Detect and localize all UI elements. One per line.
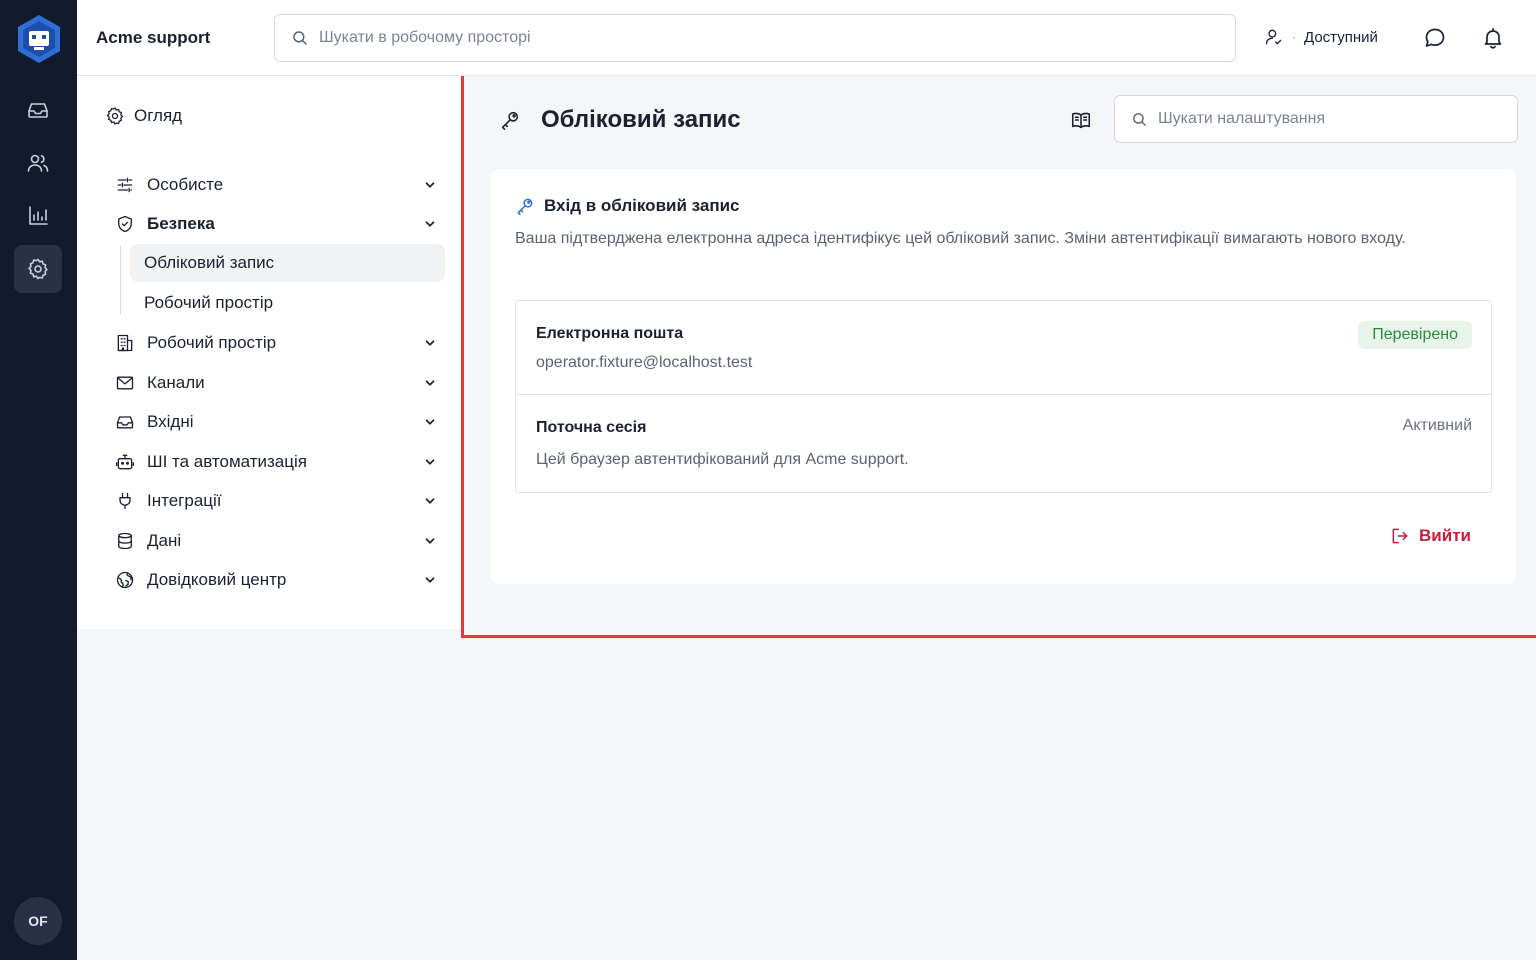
nav-item-label: Довідковий центр (147, 570, 287, 589)
subnav-item-workspace[interactable]: Робочий простір (130, 284, 445, 322)
logout-button[interactable]: Вийти (1390, 526, 1471, 546)
chevron-down-icon (425, 380, 435, 386)
chevron-down-icon (425, 419, 435, 425)
mail-icon (116, 376, 134, 390)
app-logo-icon[interactable] (16, 14, 62, 64)
workspace-name: Acme support (96, 28, 211, 47)
chevron-down-icon (425, 221, 435, 227)
chevron-down-icon (425, 459, 435, 465)
email-row: Електронна пошта operator.fixture@localh… (516, 301, 1491, 395)
nav-item-data[interactable]: Дані (115, 526, 437, 556)
nav-item-integrations[interactable]: Інтеграції (115, 486, 437, 516)
docs-book-icon[interactable] (1070, 109, 1092, 131)
account-login-card: Вхід в обліковий запис Ваша підтверджена… (491, 169, 1516, 584)
section-title-label: Вхід в обліковий запис (544, 196, 740, 215)
user-status-icon (1265, 29, 1282, 45)
contacts-icon (27, 154, 49, 172)
gear-icon (106, 107, 124, 125)
page-title: Обліковий запис (541, 106, 741, 133)
search-icon (293, 31, 307, 45)
sliders-icon (117, 177, 133, 193)
account-details: Електронна пошта operator.fixture@localh… (515, 300, 1492, 493)
section-title: Вхід в обліковий запис (515, 196, 740, 216)
plug-icon (119, 492, 131, 510)
shield-icon (118, 215, 132, 233)
nav-item-label: Робочий простір (147, 333, 277, 352)
email-label: Електронна пошта (536, 325, 684, 342)
nav-overview-label: Огляд (134, 106, 183, 125)
chevron-down-icon (425, 538, 435, 544)
settings-search[interactable] (1114, 95, 1518, 143)
settings-search-input[interactable] (1158, 110, 1498, 128)
nav-item-label: Вхідні (147, 412, 194, 431)
nav-item-help-center[interactable]: Довідковий центр (115, 565, 437, 595)
nav-item-channels[interactable]: Канали (115, 368, 437, 398)
nav-item-security[interactable]: Безпека (115, 209, 437, 239)
bell-icon (1484, 28, 1502, 49)
notifications-button[interactable] (1481, 26, 1505, 50)
building-icon (117, 334, 133, 352)
search-icon (1133, 112, 1146, 126)
bot-icon (116, 454, 134, 470)
rail-contacts-button[interactable] (14, 139, 62, 187)
nav-item-label: Безпека (147, 214, 215, 233)
key-icon (517, 198, 533, 216)
settings-nav: Огляд Особисте Безпека Обліковий запис Р… (77, 76, 461, 629)
inbox-icon (116, 416, 134, 429)
app-rail: OF (0, 0, 77, 960)
subnav-item-account[interactable]: Обліковий запис (130, 244, 445, 282)
session-row: Поточна сесія Цей браузер автентифікован… (516, 395, 1491, 492)
workspace-search-input[interactable] (319, 29, 1199, 47)
logout-icon (1392, 528, 1408, 544)
chevron-down-icon (425, 182, 435, 188)
key-icon (499, 109, 521, 131)
logout-label: Вийти (1419, 526, 1471, 545)
chevron-down-icon (425, 498, 435, 504)
reports-icon (29, 206, 48, 225)
nav-item-workspace[interactable]: Робочий простір (115, 328, 437, 358)
nav-item-ai-automation[interactable]: ШІ та автоматизація (115, 447, 437, 477)
chevron-down-icon (425, 577, 435, 583)
rail-settings-button[interactable] (14, 245, 62, 293)
nav-item-label: Інтеграції (147, 491, 222, 510)
rail-inbox-button[interactable] (14, 86, 62, 134)
settings-icon (28, 258, 48, 280)
section-description: Ваша підтверджена електронна адреса іден… (515, 230, 1406, 247)
session-state: Активний (1402, 417, 1472, 434)
subnav-guide-line (120, 246, 121, 314)
user-avatar[interactable]: OF (14, 897, 62, 945)
database-icon (118, 532, 132, 550)
session-value: Цей браузер автентифікований для Acme su… (536, 451, 909, 468)
nav-item-label: ШІ та автоматизація (147, 452, 307, 471)
nav-item-label: Особисте (147, 175, 224, 194)
status-separator: · (1292, 30, 1296, 44)
chat-button[interactable] (1423, 26, 1447, 50)
availability-status[interactable]: · Доступний (1264, 27, 1378, 47)
rail-reports-button[interactable] (14, 192, 62, 240)
nav-overview[interactable]: Огляд (105, 106, 182, 126)
settings-main-panel: Обліковий запис Вхід в обліковий запис В… (461, 76, 1536, 638)
inbox-icon (28, 103, 48, 118)
chat-icon (1425, 28, 1445, 47)
nav-item-inboxes[interactable]: Вхідні (115, 407, 437, 437)
nav-item-label: Канали (147, 373, 205, 392)
verified-badge: Перевірено (1358, 321, 1472, 349)
session-label: Поточна сесія (536, 419, 647, 436)
globe-icon (116, 571, 134, 589)
chevron-down-icon (425, 340, 435, 346)
nav-item-label: Дані (147, 531, 182, 550)
nav-item-personal[interactable]: Особисте (115, 170, 437, 200)
status-label: Доступний (1304, 28, 1378, 46)
top-bar: Acme support · Доступний (77, 0, 1536, 76)
workspace-search[interactable] (274, 14, 1236, 62)
email-value: operator.fixture@localhost.test (536, 354, 753, 371)
